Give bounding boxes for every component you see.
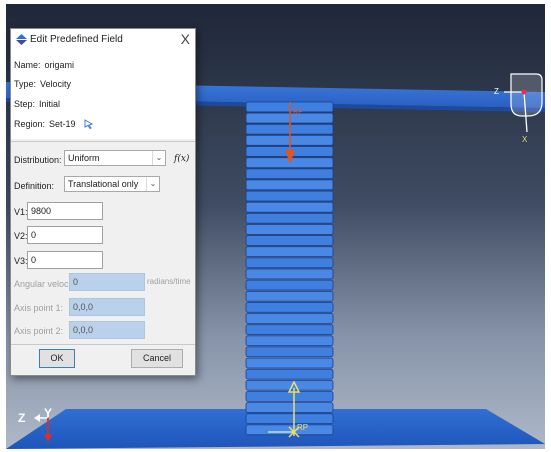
edit-predefined-field-dialog: Edit Predefined Field X Name: origami Typ… <box>10 28 196 376</box>
chevron-down-icon: ⌄ <box>146 177 159 191</box>
column-fold <box>245 402 334 413</box>
column-fold <box>245 313 334 324</box>
column-fold <box>245 391 334 402</box>
fx-button[interactable]: f(x) <box>174 154 189 164</box>
v3-input[interactable]: 0 <box>27 251 103 269</box>
type-value: Velocity <box>40 79 72 89</box>
distribution-value: Uniform <box>68 153 100 163</box>
v1-input[interactable]: 9800 <box>27 202 103 220</box>
top-triad-z-label: Z <box>494 87 499 96</box>
separator <box>11 344 195 345</box>
v2-input[interactable]: 0 <box>27 226 103 244</box>
column-fold <box>245 424 334 436</box>
region-label: Region: <box>14 119 46 129</box>
angular-velocity-unit: radians/time <box>147 277 191 286</box>
column-fold <box>245 168 334 180</box>
close-icon[interactable]: X <box>181 31 190 47</box>
column-fold <box>245 268 334 280</box>
select-region-arrow-icon[interactable] <box>84 119 94 131</box>
step-row: Step: Initial <box>14 99 60 109</box>
abaqus-app-icon <box>16 34 27 48</box>
axis-point-1-input[interactable]: 0,0,0 <box>69 298 145 316</box>
column-fold <box>245 301 334 313</box>
column-fold <box>245 224 334 235</box>
definition-label: Definition: <box>14 181 55 191</box>
separator <box>11 141 195 142</box>
column-fold <box>245 190 334 202</box>
v1-label: V1: <box>14 207 28 217</box>
v3-label: V3: <box>14 256 28 266</box>
axis-point-2-label: Axis point 2: <box>14 326 64 336</box>
top-triad-x-label: X <box>522 135 528 144</box>
distribution-select[interactable]: Uniform ⌄ <box>64 150 166 166</box>
column-fold <box>245 235 334 246</box>
type-label: Type: <box>14 79 37 89</box>
step-value: Initial <box>39 99 61 109</box>
column-fold <box>245 257 334 269</box>
top-triad-cube <box>510 73 543 117</box>
axis-point-1-label: Axis point 1: <box>14 303 64 313</box>
column-fold <box>245 201 334 213</box>
column-fold <box>245 179 334 191</box>
definition-select[interactable]: Translational only ⌄ <box>64 176 160 192</box>
column-fold <box>245 290 334 302</box>
dialog-titlebar[interactable]: Edit Predefined Field X <box>11 29 195 51</box>
column-fold <box>245 246 334 257</box>
column-fold <box>245 379 334 391</box>
step-label: Step: <box>14 99 36 109</box>
ok-button[interactable]: OK <box>39 349 75 368</box>
v2-label: V2: <box>14 231 28 241</box>
column-fold <box>245 335 334 347</box>
column-fold <box>245 212 334 224</box>
type-row: Type: Velocity <box>14 79 71 89</box>
name-row: Name: origami <box>14 60 74 70</box>
region-row: Region: Set-19 <box>14 119 94 131</box>
column-fold <box>245 346 334 358</box>
name-label: Name: <box>14 60 41 70</box>
bottom-triad-y-label: Y <box>44 406 53 420</box>
rp-label: RP <box>297 423 309 432</box>
angular-velocity-input[interactable]: 0 <box>69 273 145 291</box>
column-fold <box>245 324 334 336</box>
region-value: Set-19 <box>49 119 76 129</box>
column-fold <box>245 279 334 291</box>
distribution-label: Distribution: <box>14 155 62 165</box>
svg-text:RF: RF <box>293 109 302 116</box>
column-fold <box>245 413 334 425</box>
name-value: origami <box>44 60 75 70</box>
bottom-triad-z-label: Z <box>18 411 26 425</box>
dialog-info-panel: Name: origami Type: Velocity Step: Initial … <box>11 51 195 139</box>
definition-value: Translational only <box>68 179 139 189</box>
chevron-down-icon: ⌄ <box>152 151 165 165</box>
cancel-button[interactable]: Cancel <box>131 349 183 368</box>
dialog-title: Edit Predefined Field <box>30 34 123 45</box>
column-fold <box>245 368 334 380</box>
column-fold <box>245 357 334 369</box>
axis-point-2-input[interactable]: 0,0,0 <box>69 321 145 339</box>
